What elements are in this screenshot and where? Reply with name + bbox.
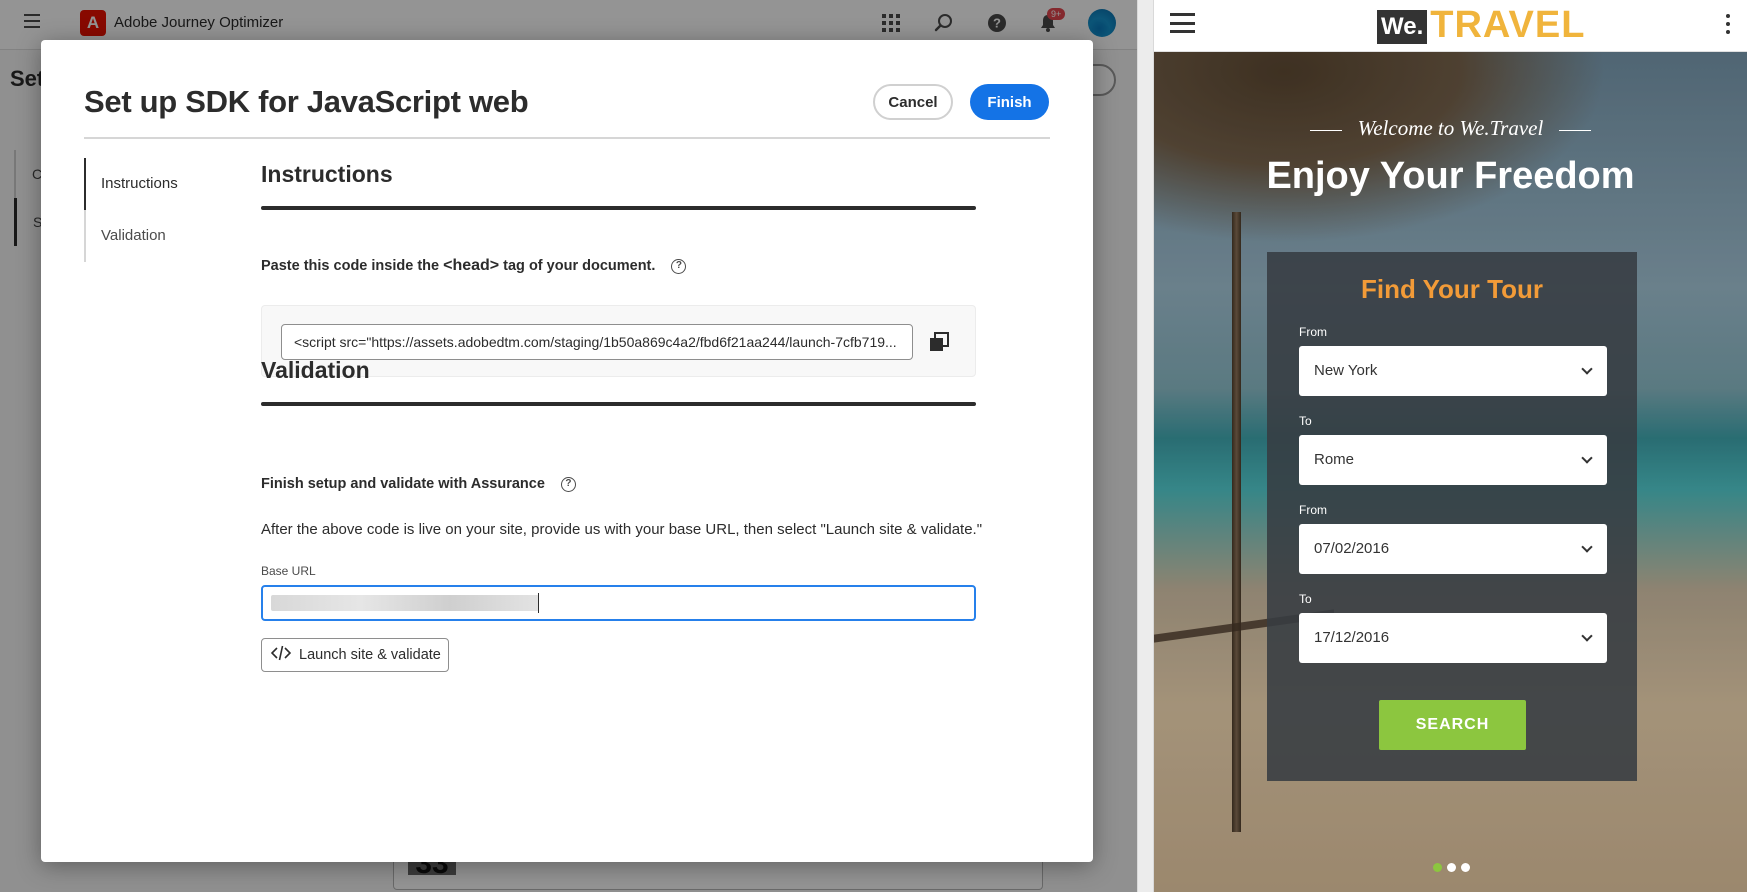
carousel-dot[interactable] [1461, 863, 1470, 872]
chevron-down-icon [1581, 630, 1593, 642]
carousel-dots [1433, 863, 1470, 872]
travel-site-preview: We. TRAVEL Welcome to We.Travel Enjoy Yo… [1154, 0, 1747, 892]
from-date-label: From [1299, 503, 1327, 517]
chevron-down-icon [1581, 363, 1593, 375]
logo-travel: TRAVEL [1430, 4, 1586, 46]
cancel-button[interactable]: Cancel [873, 84, 953, 120]
site-header: We. TRAVEL [1154, 0, 1747, 52]
paste-suffix: tag of your document. [499, 258, 656, 274]
help-icon[interactable]: ? [671, 258, 687, 274]
welcome-label: Welcome to We.Travel [1357, 116, 1544, 140]
assurance-subheading: Finish setup and validate with Assurance… [261, 476, 576, 492]
from-date-select[interactable]: 07/02/2016 [1299, 524, 1607, 574]
to-date-label: To [1299, 592, 1312, 606]
logo-we: We. [1377, 10, 1428, 44]
step-instructions[interactable]: Instructions [84, 158, 214, 210]
to-date-select[interactable]: 17/12/2016 [1299, 613, 1607, 663]
code-snippet-field[interactable]: <script src="https://assets.adobedtm.com… [281, 324, 913, 360]
paste-prefix: Paste this code inside the [261, 258, 444, 274]
search-button[interactable]: SEARCH [1379, 700, 1526, 750]
code-icon [270, 645, 292, 665]
to-city-label: To [1299, 414, 1312, 428]
text-caret [538, 593, 539, 613]
launch-label: Launch site & validate [299, 647, 441, 663]
chevron-down-icon [1581, 541, 1593, 553]
launch-site-validate-button[interactable]: Launch site & validate [261, 638, 449, 672]
more-options-icon[interactable] [1726, 14, 1730, 34]
panel-title: Find Your Tour [1361, 274, 1543, 304]
carousel-dot[interactable] [1433, 863, 1442, 872]
finish-button[interactable]: Finish [970, 84, 1049, 120]
carousel-dot[interactable] [1447, 863, 1456, 872]
dialog-title: Set up SDK for JavaScript web [84, 84, 529, 119]
validation-rule [261, 402, 976, 406]
sdk-setup-dialog: Set up SDK for JavaScript web Cancel Fin… [41, 40, 1093, 862]
from-city-value: New York [1314, 362, 1378, 379]
from-city-label: From [1299, 325, 1327, 339]
split-divider[interactable] [1137, 0, 1154, 892]
from-date-value: 07/02/2016 [1314, 540, 1390, 557]
validation-description: After the above code is live on your sit… [261, 521, 983, 538]
copy-icon[interactable] [928, 331, 950, 353]
to-city-select[interactable]: Rome [1299, 435, 1607, 485]
site-menu-icon[interactable] [1170, 13, 1195, 33]
assurance-subheading-text: Finish setup and validate with Assurance [261, 476, 545, 492]
to-city-value: Rome [1314, 451, 1355, 468]
redacted-url [271, 595, 539, 611]
help-icon[interactable]: ? [560, 476, 576, 492]
step-nav: Instructions Validation [84, 158, 214, 262]
dialog-divider [84, 137, 1050, 139]
welcome-text: Welcome to We.Travel [1154, 116, 1747, 141]
instructions-heading: Instructions [261, 161, 393, 187]
site-logo[interactable]: We. TRAVEL [1377, 6, 1585, 44]
validation-heading: Validation [261, 357, 370, 383]
hero-title: Enjoy Your Freedom [1266, 155, 1635, 197]
step-validation[interactable]: Validation [84, 210, 214, 262]
find-tour-panel: Find Your Tour From New York To Rome Fro… [1267, 252, 1637, 781]
chevron-down-icon [1581, 452, 1593, 464]
instructions-rule [261, 206, 976, 210]
base-url-label: Base URL [261, 564, 316, 578]
head-tag-text: <head> [443, 257, 500, 274]
from-city-select[interactable]: New York [1299, 346, 1607, 396]
paste-instruction: Paste this code inside the <head> tag of… [261, 257, 687, 275]
to-date-value: 17/12/2016 [1314, 629, 1390, 646]
